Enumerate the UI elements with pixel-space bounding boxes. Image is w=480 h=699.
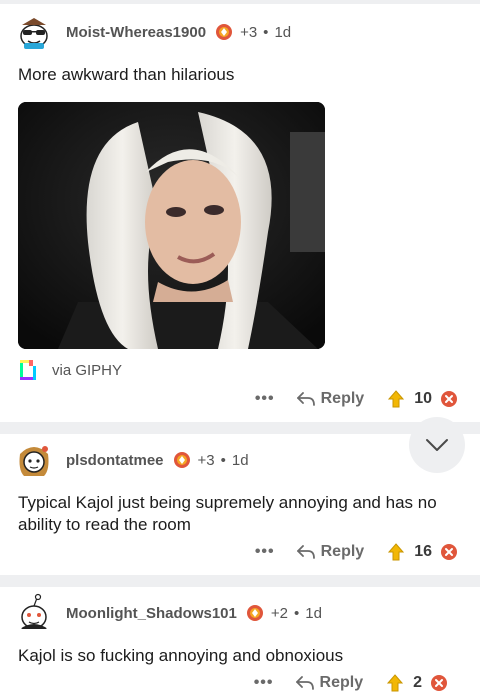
comment: Moist-Whereas1900 +3 • 1d More awkward t… xyxy=(0,0,480,422)
award-count: +3 xyxy=(240,23,258,41)
downvote-icon[interactable] xyxy=(440,390,458,408)
comment-body: Kajol is so fucking annoying and obnoxio… xyxy=(18,646,344,665)
more-options-button[interactable]: ••• xyxy=(254,674,274,692)
comment-age: 1d xyxy=(305,604,322,622)
meta-separator: • xyxy=(220,451,226,469)
vote-score: 16 xyxy=(414,543,432,560)
award-icon[interactable] xyxy=(245,603,265,623)
award-count: +3 xyxy=(197,451,215,469)
comment: plsdontatmee +3 • 1d Typical Kajol just … xyxy=(0,434,480,575)
downvote-icon[interactable] xyxy=(440,543,458,561)
avatar[interactable] xyxy=(14,593,54,633)
comment-body: More awkward than hilarious xyxy=(18,65,235,84)
more-options-button[interactable]: ••• xyxy=(255,390,275,408)
avatar[interactable] xyxy=(14,440,54,480)
upvote-icon[interactable] xyxy=(388,390,405,408)
username[interactable]: Moonlight_Shadows101 xyxy=(66,605,237,622)
vote-score: 2 xyxy=(413,674,422,691)
giphy-icon xyxy=(20,360,36,380)
upvote-icon[interactable] xyxy=(387,674,404,692)
comment-actions: ••• Reply 2 xyxy=(254,674,448,692)
reply-label: Reply xyxy=(320,390,365,407)
reply-icon xyxy=(296,392,315,406)
meta-separator: • xyxy=(293,604,300,622)
comment-header: Moist-Whereas1900 +3 • 1d xyxy=(14,12,291,52)
comment-actions: ••• Reply 16 xyxy=(255,543,458,561)
username[interactable]: plsdontatmee xyxy=(66,452,164,469)
comment-separator xyxy=(0,575,480,587)
comment-age: 1d xyxy=(231,451,249,469)
reply-button[interactable]: Reply xyxy=(295,674,364,692)
comment-separator xyxy=(0,422,480,434)
gif-image[interactable] xyxy=(18,102,325,349)
reply-icon xyxy=(296,545,315,559)
username[interactable]: Moist-Whereas1900 xyxy=(66,24,206,41)
award-icon[interactable] xyxy=(172,450,192,470)
upvote-icon[interactable] xyxy=(388,543,405,561)
reply-icon xyxy=(295,676,314,690)
comment: Moonlight_Shadows101 +2 • 1d Kajol is so… xyxy=(0,587,480,699)
comment-age: 1d xyxy=(274,23,292,41)
avatar[interactable] xyxy=(14,12,54,52)
more-options-button[interactable]: ••• xyxy=(255,543,275,561)
comment-actions: ••• Reply 10 xyxy=(255,390,458,408)
giphy-attribution[interactable]: via GIPHY xyxy=(18,358,122,382)
award-icon[interactable] xyxy=(214,22,234,42)
reply-button[interactable]: Reply xyxy=(296,390,365,408)
giphy-label: via GIPHY xyxy=(52,361,123,379)
reply-label: Reply xyxy=(320,543,365,560)
award-count: +2 xyxy=(270,604,288,622)
comment-header: Moonlight_Shadows101 +2 • 1d xyxy=(14,593,322,633)
vote-score: 10 xyxy=(414,390,432,407)
comment-header: plsdontatmee +3 • 1d xyxy=(14,440,249,480)
downvote-icon[interactable] xyxy=(430,674,448,692)
meta-separator: • xyxy=(263,23,269,41)
reply-label: Reply xyxy=(319,674,364,691)
reply-button[interactable]: Reply xyxy=(296,543,365,561)
comment-body: Typical Kajol just being supremely annoy… xyxy=(18,493,437,534)
